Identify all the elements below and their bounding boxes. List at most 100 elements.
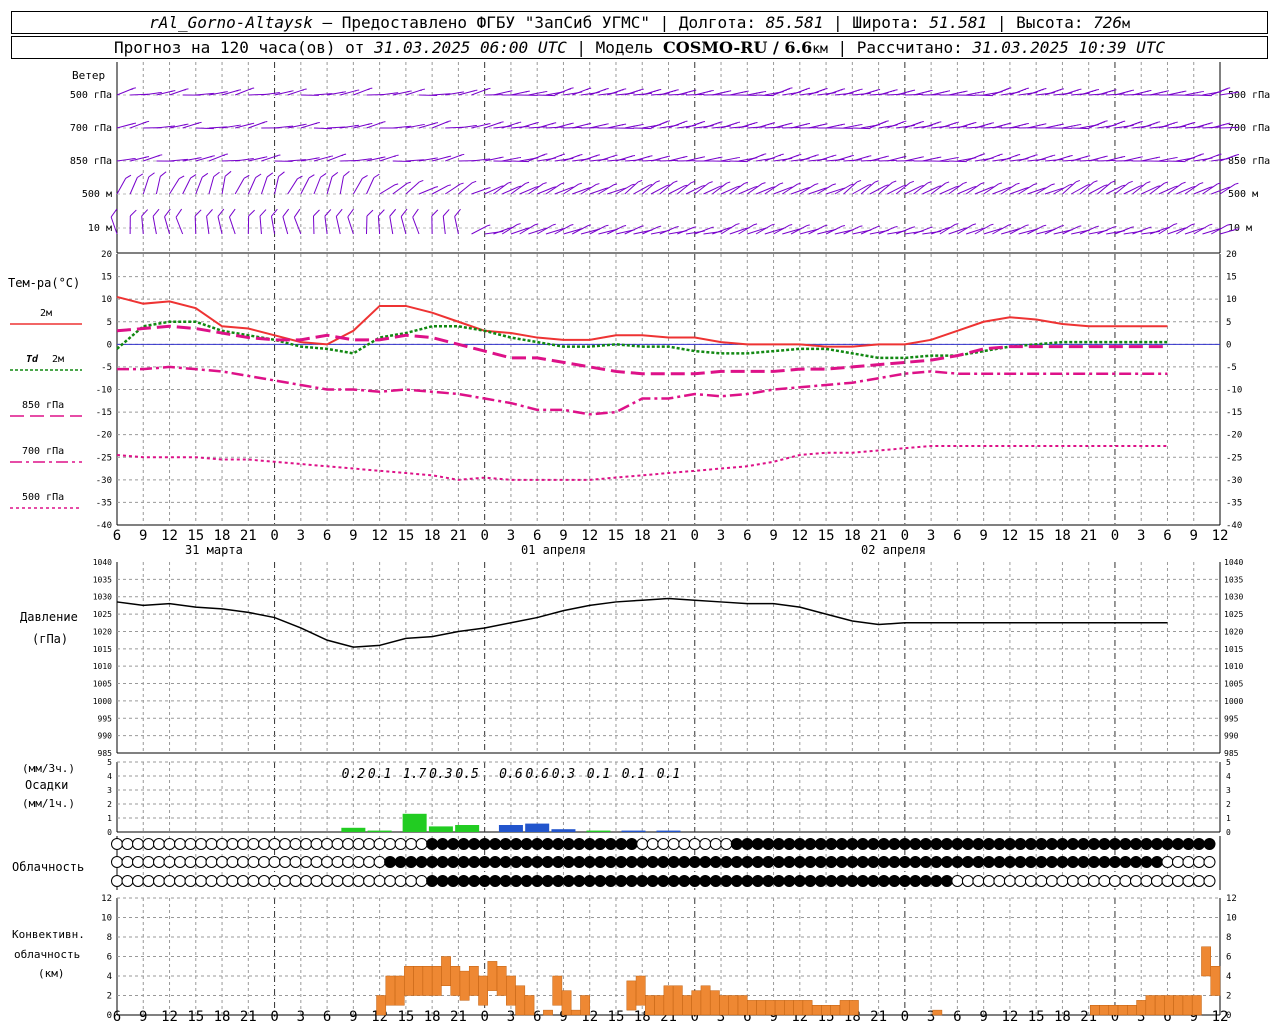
wind-barb-feather [771,223,775,226]
conv-bar [802,1000,813,1016]
conv-bar [385,975,396,1006]
x-tick-label-top: 6 [323,528,331,544]
cloud-cover-circle [384,875,397,887]
wind-barb [326,176,333,195]
wind-barb [234,178,245,195]
cloud-cover-circle [1150,856,1163,868]
cloud-cover-circle [373,838,386,850]
pressure-tick-left: 1040 [93,558,112,567]
wind-barb-feather [447,184,451,187]
cloud-cover-circle [877,856,890,868]
cloud-cover-circle [951,875,964,887]
conv-bar [478,975,489,1006]
x-tick-label-top: 0 [691,528,699,544]
wind-barb [228,216,236,235]
wind-barb-feather [525,181,530,184]
wind-barb-feather [248,209,255,217]
cloud-cover-circle [1140,875,1153,887]
cloud-cover-circle [426,875,439,887]
precip-bar [402,813,427,832]
cloud-cover-circle [604,875,617,887]
x-tick-label-top: 3 [927,528,935,544]
cloud-cover-circle [1161,856,1174,868]
cloud-cover-circle [951,838,964,850]
conv-bar [580,995,590,1016]
wind-barb [287,178,298,195]
pressure-tick-left: 1020 [93,627,112,636]
cloud-cover-circle [121,856,134,868]
cloud-cover-circle [678,856,691,868]
temp-tick-left: -35 [96,498,112,508]
cloud-cover-circle [268,838,281,850]
wind-barb [247,177,257,195]
cloud-cover-circle [300,856,313,868]
wind-barb [274,176,280,195]
x-tick-label-bottom: 6 [323,1009,331,1024]
cloud-cover-circle [772,856,785,868]
conv-bar [1089,1005,1100,1016]
pressure-tick-right: 1010 [1224,662,1243,671]
wind-barb [195,177,203,195]
x-tick-label-top: 0 [1111,528,1119,544]
conv-tick-left: 8 [107,933,112,943]
x-tick-label-top: 0 [270,528,278,544]
precip-label: Осадки [25,778,68,792]
conv-bar [459,970,470,1001]
cloud-cover-circle [499,856,512,868]
wind-barb [598,229,617,235]
cloud-cover-circle [279,838,292,850]
temp-tick-right: -30 [1226,476,1242,486]
pressure-tick-right: 1000 [1224,697,1243,706]
cloud-cover-circle [426,856,439,868]
x-tick-label-top: 0 [901,528,909,544]
cloud-cover-circle [1024,856,1037,868]
cloud-cover-circle [226,838,239,850]
cloud-cover-circle [552,838,565,850]
cloud-cover-circle [289,856,302,868]
precip-unit-3h: (мм/3ч.) [22,762,75,775]
temp-tick-left: 0 [107,340,112,350]
cloud-cover-circle [993,838,1006,850]
temp-tick-right: 20 [1226,250,1237,260]
temp-tick-left: -10 [96,386,112,396]
precip-tick-right: 0 [1226,828,1231,837]
cloud-cover-circle [1192,856,1205,868]
x-tick-label-bottom: 12 [1001,1009,1018,1024]
cloud-cover-circle [688,856,701,868]
cloud-cover-circle [636,856,649,868]
cloud-cover-circle [877,838,890,850]
cloud-cover-circle [604,838,617,850]
cloud-cover-circle [1182,875,1195,887]
cloud-cover-circle [657,856,670,868]
cloud-cover-circle [258,856,271,868]
cloud-cover-circle [520,856,533,868]
x-tick-label-bottom: 18 [214,1009,231,1024]
wind-barb [563,228,581,235]
wind-barb-feather [255,173,262,178]
wind-barb-feather [534,223,539,226]
cloud-cover-circle [310,875,323,887]
cloud-cover-circle [1077,875,1090,887]
x-tick-label-top: 9 [139,528,147,544]
cloud-cover-circle [1119,875,1132,887]
wind-barb-feather [1008,224,1012,226]
cloud-cover-circle [1108,856,1121,868]
wind-barb-feather [909,180,915,184]
conv-tick-right: 4 [1226,972,1231,982]
wind-barb-feather [297,175,303,180]
conv-bar [441,956,451,986]
precip-bar [551,829,576,832]
cloud-cover-circle [226,856,239,868]
temp-tick-right: -40 [1226,521,1242,531]
wind-barb-feather [753,223,758,226]
wind-barb-feather [990,223,994,226]
wind-barb [366,177,375,195]
cloud-cover-circle [394,875,407,887]
cloud-cover-circle [436,838,449,850]
pressure-tick-left: 1005 [93,680,112,689]
cloud-cover-circle [646,838,659,850]
conv-bar [830,1005,841,1016]
cloud-cover-circle [1098,875,1111,887]
temp-tick-right: 10 [1226,295,1237,305]
cloud-cover-circle [583,875,596,887]
